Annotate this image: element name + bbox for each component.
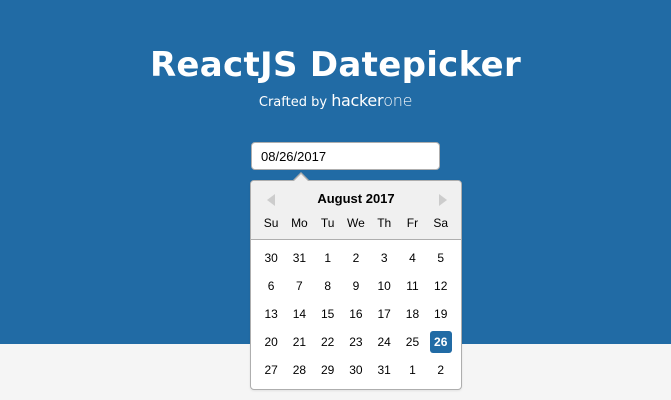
calendar-day[interactable]: 16 — [342, 303, 370, 331]
calendar-week: 6 7 8 9 10 11 12 — [257, 275, 455, 303]
calendar-day-label: 2 — [437, 363, 445, 377]
calendar-day-label: 31 — [292, 251, 307, 265]
calendar-day-label: 14 — [292, 307, 307, 321]
calendar-day[interactable]: 21 — [285, 331, 313, 359]
calendar-day[interactable]: 20 — [257, 331, 285, 359]
calendar-day-label: 3 — [380, 251, 388, 265]
hackerone-logo-part2: one — [383, 91, 413, 110]
calendar-day-label: 22 — [320, 335, 335, 349]
weekday-label: Sa — [433, 216, 449, 230]
crafted-by-line: Crafted by hackerone — [0, 91, 671, 113]
calendar-week: 20 21 22 23 24 25 26 — [257, 331, 455, 359]
calendar-week: 27 28 29 30 31 1 2 — [257, 359, 455, 387]
calendar-day[interactable]: 19 — [427, 303, 455, 331]
hackerone-logo[interactable]: hackerone — [331, 91, 412, 110]
calendar-day-label: 8 — [324, 279, 331, 293]
datepicker-popup: August 2017 Su Mo Tu We Th Fr Sa 30 31 1 2 3 4 5 6 7 8 9… — [250, 180, 462, 390]
calendar-day[interactable]: 25 — [398, 331, 426, 359]
calendar-day[interactable]: 27 — [257, 359, 285, 387]
calendar-day[interactable]: 24 — [370, 331, 398, 359]
calendar-day-label: 17 — [377, 307, 391, 321]
calendar-day-label: 15 — [320, 307, 335, 321]
calendar-day[interactable]: 9 — [342, 275, 370, 303]
calendar-day[interactable]: 12 — [427, 275, 455, 303]
calendar-day-label: 29 — [320, 363, 335, 377]
calendar-day[interactable]: 5 — [427, 247, 455, 275]
calendar-day-label: 11 — [406, 279, 419, 293]
calendar-day-label: 7 — [296, 279, 303, 293]
calendar-day-label: 10 — [377, 279, 391, 293]
weekday-label: We — [347, 216, 365, 230]
calendar-day-label: 6 — [267, 279, 275, 293]
calendar-day[interactable]: 2 — [427, 359, 455, 387]
weekday-label: Th — [377, 216, 392, 230]
calendar-day-label: 27 — [264, 363, 278, 377]
weekday-label: Su — [263, 216, 279, 230]
calendar-day[interactable]: 10 — [370, 275, 398, 303]
date-input[interactable] — [251, 142, 440, 170]
calendar-day-label: 1 — [409, 363, 416, 377]
calendar-day-label: 1 — [324, 251, 331, 265]
calendar-day[interactable]: 29 — [314, 359, 342, 387]
calendar-grid: 30 31 1 2 3 4 5 6 7 8 9 10 11 12 13 14 15 16 17 18 19 20 21 22 2… — [257, 247, 455, 387]
calendar-day-label: 26 — [429, 331, 452, 353]
calendar-day[interactable]: 7 — [285, 275, 313, 303]
calendar-day-label: 30 — [349, 363, 363, 377]
crafted-by-label: Crafted by — [258, 95, 328, 110]
calendar-day-label: 19 — [434, 307, 448, 321]
calendar-day-label: 2 — [352, 251, 360, 265]
calendar-day-label: 21 — [292, 335, 307, 349]
calendar-day-label: 5 — [437, 251, 445, 265]
calendar-day-label: 4 — [409, 251, 416, 265]
calendar-week: 30 31 1 2 3 4 5 — [257, 247, 455, 275]
calendar-day-selected[interactable]: 26 — [427, 331, 455, 359]
calendar-day[interactable]: 18 — [398, 303, 426, 331]
calendar-day[interactable]: 3 — [370, 247, 398, 275]
calendar-day-label: 23 — [349, 335, 363, 349]
calendar-day-label: 9 — [352, 279, 360, 293]
calendar-day-label: 24 — [377, 335, 391, 349]
calendar-day-label: 30 — [264, 251, 278, 265]
calendar-header: August 2017 Su Mo Tu We Th Fr Sa — [251, 181, 461, 240]
calendar-day[interactable]: 17 — [370, 303, 398, 331]
calendar-day-label: 13 — [264, 307, 278, 321]
calendar-day-label: 16 — [349, 307, 363, 321]
calendar-day[interactable]: 1 — [398, 359, 426, 387]
calendar-day[interactable]: 23 — [342, 331, 370, 359]
calendar-day[interactable]: 22 — [314, 331, 342, 359]
calendar-week: 13 14 15 16 17 18 19 — [257, 303, 455, 331]
calendar-day-label: 18 — [405, 307, 420, 321]
page: ReactJS Datepicker Crafted by hackerone … — [0, 0, 671, 400]
current-month-label: August 2017 — [317, 191, 395, 206]
calendar-day[interactable]: 1 — [314, 247, 342, 275]
calendar-day[interactable]: 31 — [370, 359, 398, 387]
calendar-day[interactable]: 14 — [285, 303, 313, 331]
calendar-day[interactable]: 28 — [285, 359, 313, 387]
calendar-day[interactable]: 6 — [257, 275, 285, 303]
calendar-day[interactable]: 13 — [257, 303, 285, 331]
calendar-day-label: 25 — [405, 335, 420, 349]
calendar-day-label: 28 — [292, 363, 307, 377]
next-month-icon[interactable] — [437, 193, 449, 207]
page-title: ReactJS Datepicker — [149, 45, 522, 85]
calendar-day[interactable]: 30 — [257, 247, 285, 275]
calendar-day[interactable]: 2 — [342, 247, 370, 275]
calendar-day-label: 20 — [264, 335, 278, 349]
calendar-day[interactable]: 4 — [398, 247, 426, 275]
popup-arrow-fill — [293, 174, 309, 182]
hackerone-logo-part1: hacker — [331, 91, 384, 110]
weekday-label: Fr — [406, 216, 419, 230]
weekday-label: Tu — [320, 216, 335, 230]
calendar-day-label: 12 — [434, 279, 448, 293]
calendar-day[interactable]: 8 — [314, 275, 342, 303]
weekday-label: Mo — [291, 216, 308, 230]
calendar-day[interactable]: 15 — [314, 303, 342, 331]
calendar-day[interactable]: 31 — [285, 247, 313, 275]
calendar-day-label: 31 — [377, 363, 391, 377]
calendar-day[interactable]: 11 — [398, 275, 426, 303]
calendar-day[interactable]: 30 — [342, 359, 370, 387]
weekday-header: Su Mo Tu We Th Fr Sa — [257, 215, 455, 231]
